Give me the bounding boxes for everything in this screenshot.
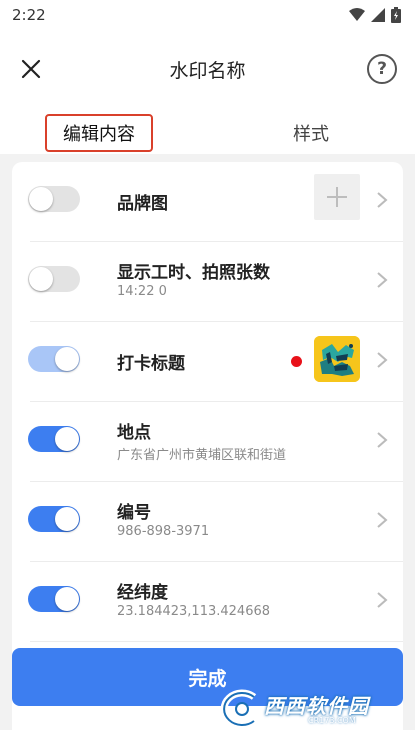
row-subtitle: 广东省广州市黄埔区联和街道 xyxy=(117,448,287,463)
list-item-brand-image[interactable]: 品牌图 xyxy=(12,162,403,242)
list-item-location[interactable]: 地点 广东省广州市黄埔区联和街道 xyxy=(12,402,403,482)
chevron-right-icon xyxy=(377,352,388,368)
tab-label: 样式 xyxy=(293,124,329,145)
tab-style[interactable]: 样式 xyxy=(256,114,366,152)
row-subtitle: 23.184423,113.424668 xyxy=(117,604,271,619)
status-bar: 2:22 xyxy=(0,0,415,30)
list-item-checkin-title[interactable]: 打卡标题 xyxy=(12,322,403,402)
work-hours-toggle[interactable] xyxy=(28,266,80,292)
chevron-right-icon xyxy=(377,592,388,608)
checkin-title-toggle[interactable] xyxy=(28,346,80,372)
list-item-serial-number[interactable]: 编号 986-898-3971 xyxy=(12,482,403,562)
serial-number-toggle[interactable] xyxy=(28,506,80,532)
chevron-right-icon xyxy=(377,192,388,208)
toggle-knob xyxy=(29,187,53,211)
tab-bar: 编辑内容 样式 xyxy=(0,112,415,154)
row-subtitle: 14:22 0 xyxy=(117,284,167,299)
status-icons xyxy=(349,7,401,23)
plus-icon xyxy=(327,187,347,207)
divider xyxy=(30,641,403,642)
toggle-knob xyxy=(29,267,53,291)
checkin-logo[interactable] xyxy=(314,336,360,382)
watermark-text: 西西软件园 xyxy=(264,694,369,718)
row-title: 打卡标题 xyxy=(117,354,185,374)
done-button-label: 完成 xyxy=(188,667,227,690)
help-button[interactable]: ? xyxy=(367,54,397,84)
app-bar: 水印名称 ? xyxy=(0,30,415,106)
location-toggle[interactable] xyxy=(28,426,80,452)
page-title: 水印名称 xyxy=(169,60,246,82)
watermark-subtext: CR173.COM xyxy=(308,716,356,725)
chevron-right-icon xyxy=(377,512,388,528)
checkin-logo-art xyxy=(314,336,360,382)
tab-edit-content[interactable]: 编辑内容 xyxy=(45,114,153,152)
row-title: 经纬度 xyxy=(117,583,168,603)
brand-image-toggle[interactable] xyxy=(28,186,80,212)
row-title: 品牌图 xyxy=(117,194,168,214)
list-item-coordinates[interactable]: 经纬度 23.184423,113.424668 xyxy=(12,562,403,642)
toggle-knob xyxy=(55,427,79,451)
row-title: 显示工时、拍照张数 xyxy=(117,263,270,283)
brand-image-add-button[interactable] xyxy=(314,174,360,220)
row-title: 编号 xyxy=(117,503,151,523)
chevron-right-icon xyxy=(377,272,388,288)
toggle-knob xyxy=(55,507,79,531)
toggle-knob xyxy=(55,587,79,611)
watermark-logo-icon xyxy=(220,689,257,729)
toggle-knob xyxy=(55,347,79,371)
status-time: 2:22 xyxy=(12,6,46,24)
site-watermark: 西西软件园 CR173.COM xyxy=(216,688,396,730)
coordinates-toggle[interactable] xyxy=(28,586,80,612)
top-area: 水印名称 ? 编辑内容 样式 xyxy=(0,30,415,154)
help-icon: ? xyxy=(377,59,387,79)
row-subtitle: 986-898-3971 xyxy=(117,524,210,539)
tab-label: 编辑内容 xyxy=(63,124,135,145)
bottom-strip xyxy=(0,730,415,738)
battery-icon xyxy=(391,7,401,23)
chevron-right-icon xyxy=(377,432,388,448)
signal-icon xyxy=(371,8,385,22)
wifi-icon xyxy=(349,8,365,21)
row-title: 地点 xyxy=(117,423,151,443)
new-badge-dot xyxy=(291,356,302,367)
list-item-work-hours[interactable]: 显示工时、拍照张数 14:22 0 xyxy=(12,242,403,322)
